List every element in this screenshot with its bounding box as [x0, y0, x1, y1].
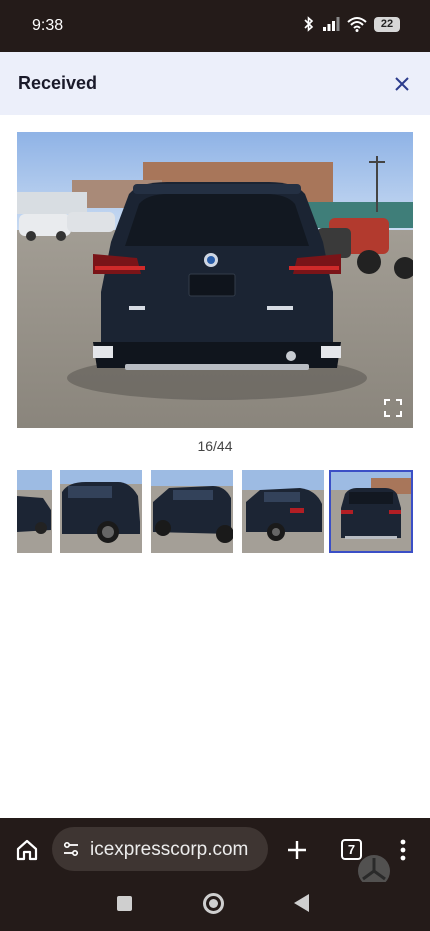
home-icon[interactable]	[14, 837, 40, 863]
status-time: 9:38	[32, 17, 64, 34]
thumbnail[interactable]	[151, 470, 233, 553]
status-icons: 22	[303, 16, 400, 32]
signal-icon	[323, 17, 340, 31]
close-icon	[395, 77, 409, 91]
viewer-header: Received	[0, 52, 430, 115]
site-settings-icon[interactable]	[61, 839, 81, 859]
system-nav-bar	[0, 882, 430, 931]
thumbnail-selected[interactable]	[329, 470, 413, 553]
thumbnail[interactable]	[17, 470, 52, 553]
more-vert-icon[interactable]	[394, 837, 412, 863]
status-bar: 9:38 22	[0, 0, 430, 52]
url-text: icexpresscorp.com	[90, 839, 249, 860]
wifi-icon	[347, 17, 367, 32]
fullscreen-icon[interactable]	[383, 398, 403, 418]
address-bar[interactable]: icexpresscorp.com	[52, 827, 268, 871]
photo-counter: 16/44	[197, 438, 233, 454]
battery-icon: 22	[374, 16, 400, 32]
header-title: Received	[18, 73, 98, 93]
thumbnail[interactable]	[242, 470, 324, 553]
main-photo[interactable]	[17, 132, 413, 428]
recents-icon[interactable]	[117, 896, 132, 911]
vehicle-rear-photo	[17, 132, 413, 428]
bluetooth-icon	[304, 16, 314, 32]
thumbnail[interactable]	[60, 470, 142, 553]
plus-icon[interactable]	[284, 837, 310, 863]
thumbnail-strip	[17, 470, 413, 554]
home-nav-icon[interactable]	[203, 893, 224, 914]
close-button[interactable]	[390, 72, 414, 96]
back-icon[interactable]	[294, 894, 309, 912]
screen: 9:38 22 Received 16/44 icexpresscorp.com…	[0, 0, 430, 931]
